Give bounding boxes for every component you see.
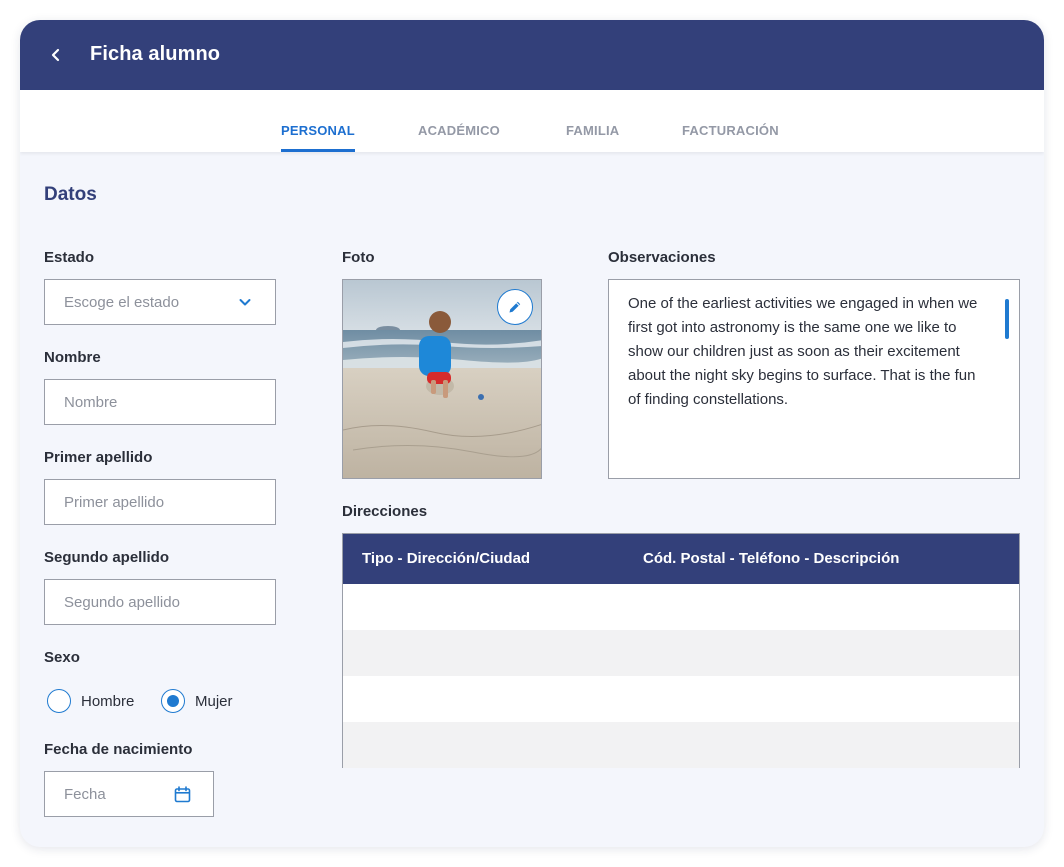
radio-dot [167, 695, 179, 707]
table-row[interactable] [343, 630, 1019, 676]
fecha-label: Fecha de nacimiento [44, 741, 193, 758]
tab-academico[interactable]: ACADÉMICO [418, 123, 500, 152]
fecha-field-box [44, 771, 214, 817]
table-row[interactable] [343, 722, 1019, 768]
tab-personal[interactable]: PERSONAL [281, 123, 355, 152]
nombre-field-box [44, 379, 276, 425]
pencil-icon [509, 301, 521, 313]
tab-bar: PERSONAL ACADÉMICO FAMILIA FACTURACIÓN [20, 90, 1044, 152]
column-header-codigo: Cód. Postal - Teléfono - Descripción [643, 550, 900, 567]
table-header: Tipo - Dirección/Ciudad Cód. Postal - Te… [343, 534, 1019, 584]
primer-apellido-label: Primer apellido [44, 449, 153, 466]
sexo-label: Sexo [44, 649, 80, 666]
estado-label: Estado [44, 249, 95, 266]
radio-mujer[interactable]: Mujer [161, 689, 233, 713]
table-row[interactable] [343, 584, 1019, 630]
header-bar: Ficha alumno [20, 20, 1044, 90]
calendar-icon[interactable] [174, 786, 191, 803]
column-header-tipo: Tipo - Dirección/Ciudad [362, 550, 531, 567]
chevron-left-icon [51, 48, 60, 62]
section-title: Datos [44, 184, 97, 205]
estado-select-placeholder: Escoge el estado [64, 293, 180, 311]
fecha-input[interactable] [64, 785, 164, 803]
edit-photo-button[interactable] [497, 289, 533, 325]
student-card: Ficha alumno PERSONAL ACADÉMICO FAMILIA … [20, 20, 1044, 847]
observaciones-label: Observaciones [608, 249, 716, 266]
tab-familia[interactable]: FAMILIA [566, 123, 619, 152]
nombre-input[interactable] [64, 393, 275, 411]
direcciones-label: Direcciones [342, 503, 428, 520]
segundo-apellido-input[interactable] [64, 593, 275, 611]
direcciones-table: Tipo - Dirección/Ciudad Cód. Postal - Te… [342, 533, 1020, 768]
radio-button[interactable] [47, 689, 71, 713]
estado-select[interactable]: Escoge el estado [44, 279, 276, 325]
segundo-apellido-field-box [44, 579, 276, 625]
primer-apellido-input[interactable] [64, 493, 275, 511]
primer-apellido-field-box [44, 479, 276, 525]
observaciones-textarea[interactable]: One of the earliest activities we engage… [608, 279, 1020, 479]
observaciones-text: One of the earliest activities we engage… [628, 295, 978, 408]
back-button[interactable] [42, 41, 70, 69]
segundo-apellido-label: Segundo apellido [44, 549, 170, 566]
tab-facturacion[interactable]: FACTURACIÓN [682, 123, 779, 152]
nombre-label: Nombre [44, 349, 101, 366]
table-row[interactable] [343, 676, 1019, 722]
student-photo [342, 279, 542, 479]
foto-label: Foto [342, 249, 375, 266]
radio-mujer-label: Mujer [195, 692, 233, 710]
radio-hombre-label: Hombre [81, 692, 135, 710]
radio-button-selected[interactable] [161, 689, 185, 713]
chevron-down-icon [239, 299, 251, 306]
page-title: Ficha alumno [90, 43, 221, 65]
observaciones-scrollbar[interactable] [1005, 299, 1009, 339]
radio-hombre[interactable]: Hombre [47, 689, 134, 713]
